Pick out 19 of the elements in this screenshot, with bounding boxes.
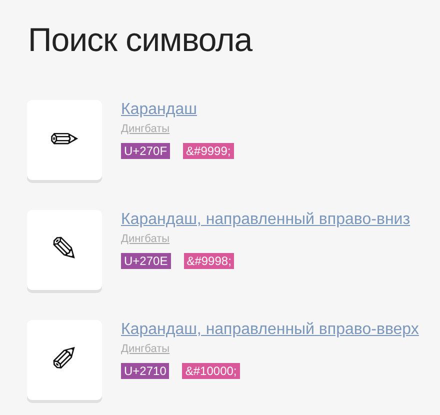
category-link[interactable]: Дингбаты [121,232,170,246]
html-entity-tag: &#9998; [184,253,234,269]
symbol-card[interactable]: ✎ [27,210,102,290]
pencil-icon: ✐ [50,343,79,377]
symbol-name-link[interactable]: Карандаш, направленный вправо-вниз [121,210,410,230]
symbol-name-link[interactable]: Карандаш [121,100,197,120]
unicode-tag: U+270F [121,143,170,159]
pencil-icon: ✏ [50,123,79,157]
html-entity-tag: &#10000; [182,363,240,379]
symbol-card[interactable]: ✏ [27,100,102,180]
page-title: Поиск символа [28,20,252,60]
category-link[interactable]: Дингбаты [121,342,170,356]
unicode-tag: U+270E [121,253,171,269]
html-entity-tag: &#9999; [183,143,234,159]
category-link[interactable]: Дингбаты [121,122,170,136]
symbol-card[interactable]: ✐ [27,320,102,400]
symbol-name-link[interactable]: Карандаш, направленный вправо-вверх [121,320,419,340]
pencil-icon: ✎ [50,233,79,267]
unicode-tag: U+2710 [121,363,170,379]
